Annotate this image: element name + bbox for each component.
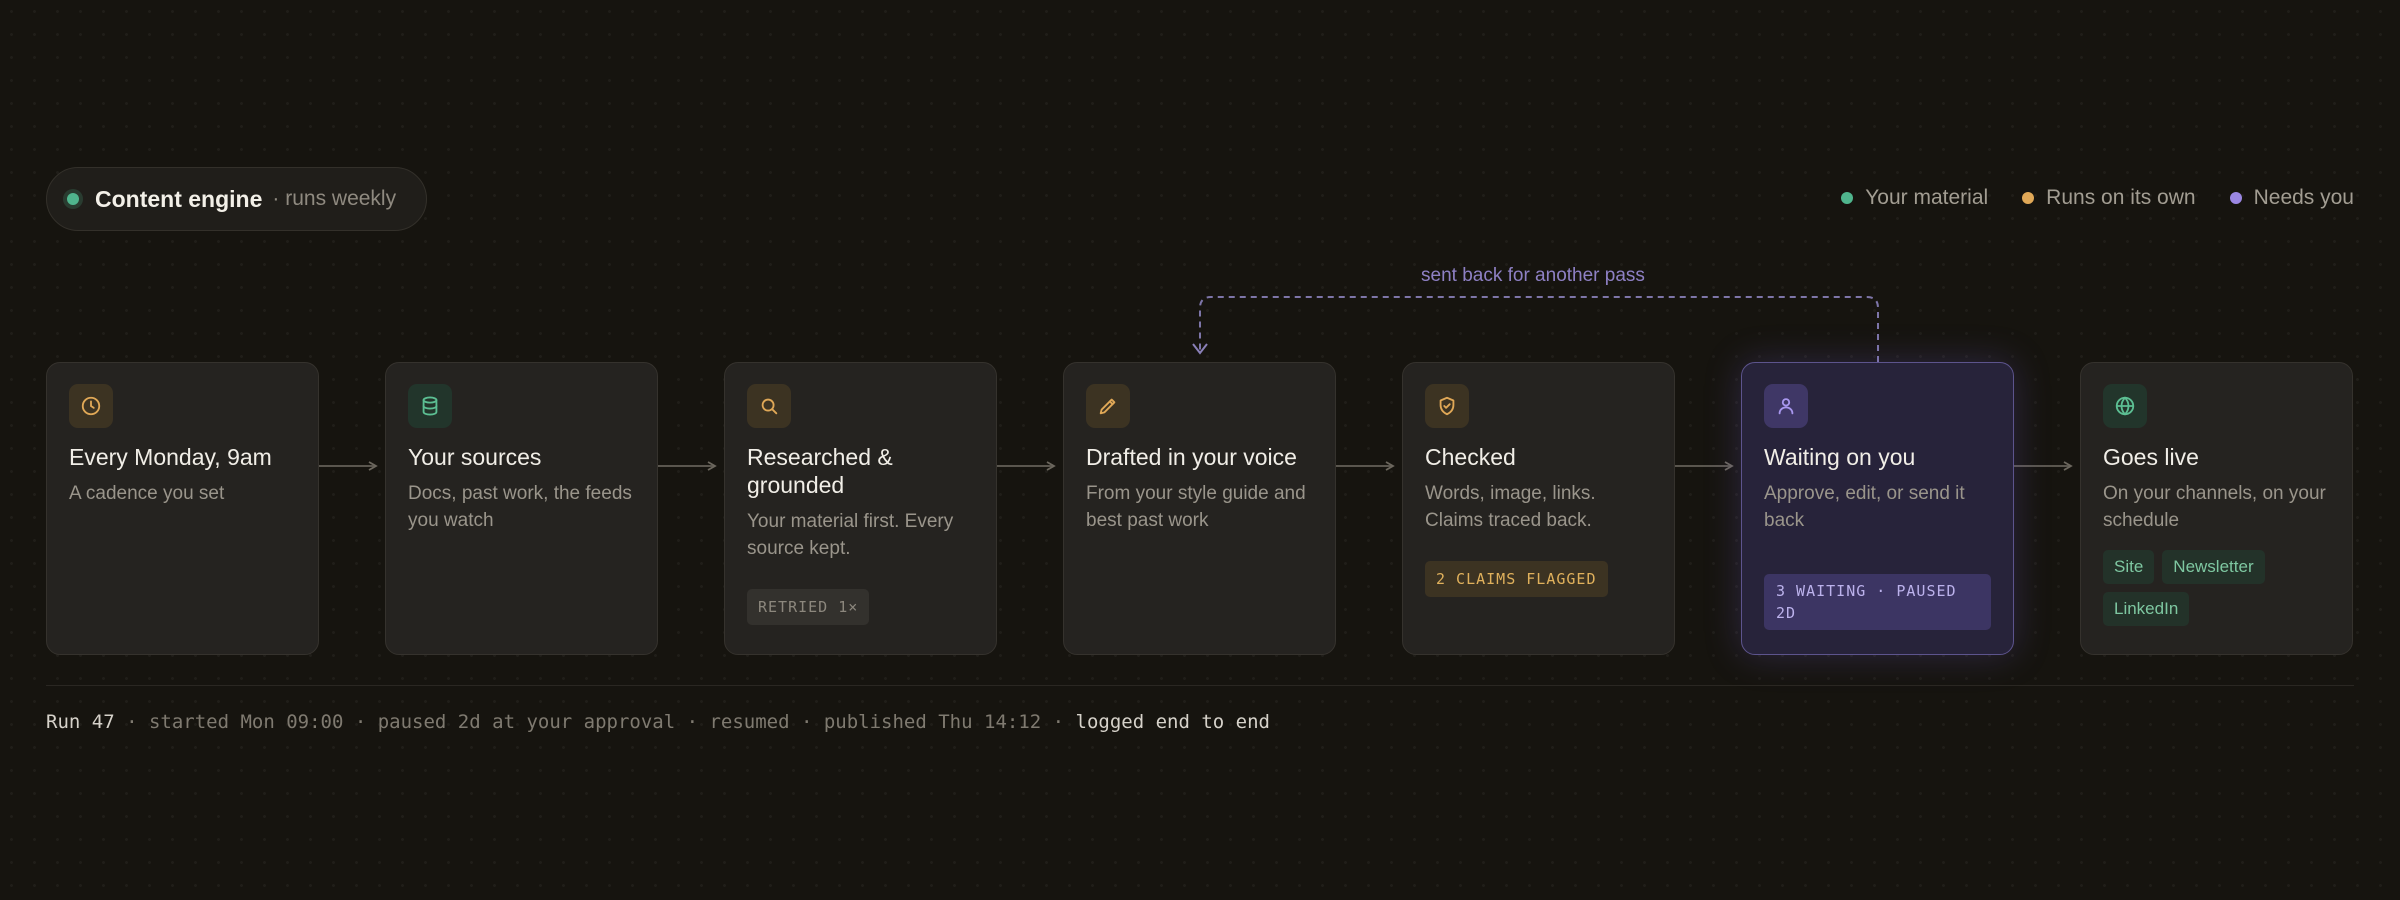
channel-chip-newsletter[interactable]: Newsletter [2162, 550, 2265, 584]
search-icon [747, 384, 791, 428]
step-desc: On your channels, on your schedule [2103, 483, 2326, 531]
legend: Your material Runs on its own Needs you [1841, 186, 2354, 210]
claims-flagged-badge: 2 CLAIMS FLAGGED [1425, 561, 1608, 597]
loop-back-path [1199, 296, 1879, 362]
channel-chip-site[interactable]: Site [2103, 550, 2155, 584]
retry-badge: RETRIED 1× [747, 589, 870, 625]
legend-dot-amber [2022, 192, 2035, 204]
run-log-note: logged end to end [1075, 711, 1270, 733]
status-dot [67, 193, 79, 205]
pencil-icon [1086, 384, 1130, 428]
step-card-live[interactable]: Goes live On your channels, on your sche… [2080, 362, 2353, 655]
step-desc: Words, image, links. Claims traced back. [1425, 483, 1596, 531]
clock-icon [69, 384, 113, 428]
step-title: Your sources [408, 444, 542, 470]
run-number: Run 47 [46, 711, 115, 733]
step-desc: From your style guide and best past work [1086, 483, 1306, 531]
legend-dot-purple [2229, 192, 2242, 204]
legend-label: Needs you [2253, 186, 2354, 209]
legend-dot-green [1841, 192, 1854, 204]
step-title: Drafted in your voice [1086, 444, 1297, 470]
step-title: Checked [1425, 444, 1516, 470]
legend-label: Your material [1865, 186, 1989, 209]
step-title: Researched & grounded [747, 444, 893, 498]
step-desc: Docs, past work, the feeds you watch [408, 483, 632, 531]
engine-header: Content engine · runs weekly [46, 167, 428, 231]
step-card-schedule[interactable]: Every Monday, 9am A cadence you set [46, 362, 319, 655]
run-status-line: Run 47 · started Mon 09:00 · paused 2d a… [46, 711, 1270, 733]
waiting-badge: 3 WAITING · PAUSED 2D [1764, 574, 1991, 630]
loop-label: sent back for another pass [1421, 265, 1645, 286]
step-card-checked[interactable]: Checked Words, image, links. Claims trac… [1402, 362, 1675, 655]
legend-label: Runs on its own [2046, 186, 2196, 209]
channel-chips: Site Newsletter LinkedIn [2103, 550, 2333, 626]
loop-back-arrowhead [1192, 343, 1208, 355]
step-card-waiting[interactable]: Waiting on you Approve, edit, or send it… [1741, 362, 2014, 655]
legend-item-you: Needs you [2229, 186, 2354, 210]
run-timeline: · started Mon 09:00 · paused 2d at your … [114, 711, 1076, 733]
legend-item-material: Your material [1841, 186, 1988, 210]
channel-chip-linkedin[interactable]: LinkedIn [2103, 592, 2190, 626]
engine-title: Content engine [95, 185, 263, 212]
step-title: Every Monday, 9am [69, 444, 272, 470]
legend-item-auto: Runs on its own [2022, 186, 2196, 210]
shield-check-icon [1425, 384, 1469, 428]
step-desc: Approve, edit, or send it back [1764, 483, 1965, 531]
step-desc: A cadence you set [69, 483, 225, 504]
step-card-draft[interactable]: Drafted in your voice From your style gu… [1063, 362, 1336, 655]
step-title: Waiting on you [1764, 444, 1916, 470]
database-icon [408, 384, 452, 428]
divider [46, 685, 2354, 686]
step-desc: Your material first. Every source kept. [747, 511, 954, 559]
globe-icon [2103, 384, 2147, 428]
user-icon [1764, 384, 1808, 428]
step-title: Goes live [2103, 444, 2199, 470]
step-card-research[interactable]: Researched & grounded Your material firs… [724, 362, 997, 655]
engine-subtitle: · runs weekly [272, 187, 397, 210]
step-card-sources[interactable]: Your sources Docs, past work, the feeds … [385, 362, 658, 655]
